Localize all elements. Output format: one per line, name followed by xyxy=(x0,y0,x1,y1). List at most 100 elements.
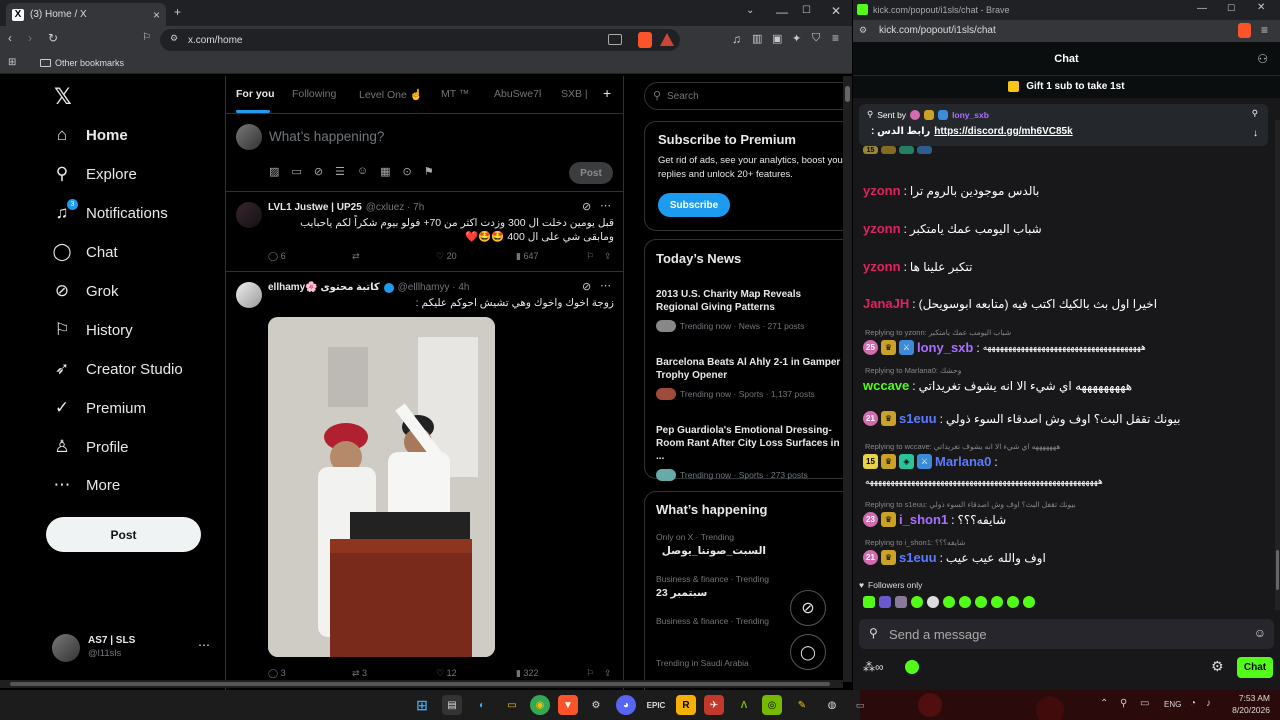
brave-shields-icon[interactable] xyxy=(638,32,652,48)
leo-ai-icon[interactable]: ✦ xyxy=(792,32,801,45)
discord-icon[interactable]: ◕ xyxy=(616,695,636,715)
reply-context[interactable]: Replying to s1euu: بيونك تقفل البث؟ اوف … xyxy=(865,500,1076,509)
nav-premium[interactable]: ✓ Premium xyxy=(52,393,146,423)
close-window-icon[interactable]: ✕ xyxy=(831,4,841,18)
bookmark-icon[interactable]: ⚐ xyxy=(586,251,604,262)
nav-notifications[interactable]: ♫ 3 Notifications xyxy=(52,198,168,228)
flag-icon[interactable]: ⚑ xyxy=(424,165,434,178)
app-icon[interactable]: ✈ xyxy=(704,695,724,715)
nav-explore[interactable]: ⚲ Explore xyxy=(52,159,137,189)
tab-search-icon[interactable]: ⌄ xyxy=(746,5,754,16)
tab-abuswe7l[interactable]: AbuSwe7l xyxy=(494,88,541,100)
reply-button[interactable]: ◯ 3 xyxy=(268,668,352,679)
emote-icon[interactable] xyxy=(975,596,987,608)
settings-icon[interactable]: ⚙ xyxy=(1211,658,1224,675)
reload-icon[interactable]: ↻ xyxy=(48,31,58,45)
reply-context[interactable]: Replying to wccave: هههههههه اي شيء الا … xyxy=(865,442,1060,451)
reply-context[interactable]: Replying to i_shon1: شايفه؟؟؟ xyxy=(865,538,965,547)
tray-app-icon[interactable]: ▭ xyxy=(850,695,870,715)
x-logo-icon[interactable]: 𝕏 xyxy=(54,84,72,110)
pin-toggle-icon[interactable]: ⚲ xyxy=(1252,108,1258,119)
points-icon[interactable]: ⁂∞ xyxy=(863,660,884,674)
emote-icon[interactable] xyxy=(943,596,955,608)
tweet[interactable]: LVL1 Justwe | UP25 @cxluez · 7h ⊘ ⋯ قبل … xyxy=(226,192,623,272)
poll-icon[interactable]: ☰ xyxy=(335,165,345,178)
site-info-icon[interactable]: ⚙ xyxy=(170,33,178,44)
emote-icon[interactable] xyxy=(991,596,1003,608)
chat-settings-icon[interactable]: ⚲ xyxy=(869,626,878,640)
edge-icon[interactable]: ◐ xyxy=(472,695,492,715)
chat-username[interactable]: s1euu xyxy=(899,411,937,426)
tweet-author[interactable]: ellhamy🌸 كاتبة محتوى xyxy=(268,282,380,293)
minimize-icon[interactable]: — xyxy=(776,5,788,19)
pinned-user[interactable]: lony_sxb xyxy=(952,110,989,120)
start-icon[interactable]: ⊞ xyxy=(412,695,432,715)
grok-icon[interactable]: ⊘ xyxy=(314,165,323,178)
nav-more[interactable]: ⋯ More xyxy=(52,470,121,500)
brave-rewards-icon[interactable] xyxy=(660,33,674,46)
close-window-icon[interactable]: ✕ xyxy=(1257,2,1265,13)
reply-context[interactable]: Replying to yzonn: شباب اليومب عمك يامتك… xyxy=(865,328,1011,337)
tab-mt[interactable]: MT ™ xyxy=(441,88,469,100)
share-icon[interactable]: ⇪ xyxy=(604,668,612,679)
pinned-message[interactable]: ⚲ Sent by lony_sxb رابط الدس : https://d… xyxy=(859,104,1268,146)
apps-icon[interactable]: ⊞ xyxy=(8,57,16,68)
nav-home[interactable]: ⌂ Home xyxy=(52,120,128,150)
obs-icon[interactable]: ◍ xyxy=(822,695,842,715)
chat-username[interactable]: lony_sxb xyxy=(917,340,973,355)
news-item[interactable]: 2013 U.S. Charity Map Reveals Regional G… xyxy=(656,288,846,332)
pen-icon[interactable]: ✎ xyxy=(792,695,812,715)
send-chat-button[interactable]: Chat xyxy=(1237,657,1273,678)
tray-chevron-icon[interactable]: ⌃ xyxy=(1100,698,1108,709)
share-icon[interactable]: ⇪ xyxy=(604,251,612,262)
task-view-icon[interactable]: ▤ xyxy=(442,695,462,715)
browser-tab[interactable]: X (3) Home / X × xyxy=(6,3,166,26)
tab-level-one[interactable]: Level One ☝️ xyxy=(359,88,423,101)
sidebar-icon[interactable]: ▥ xyxy=(752,32,762,45)
clock[interactable]: 7:53 AM 8/20/2026 xyxy=(1228,693,1270,715)
epic-games-icon[interactable]: EPIC xyxy=(646,695,666,715)
bookmark-icon[interactable]: ⚐ xyxy=(586,668,604,679)
nav-creator-studio[interactable]: ➶ Creator Studio xyxy=(52,354,183,384)
menu-icon[interactable]: ≡ xyxy=(832,31,839,45)
pinned-link[interactable]: https://discord.gg/mh6VC85k xyxy=(934,126,1072,137)
views-button[interactable]: ▮ 322 xyxy=(516,668,586,679)
tweet-image[interactable] xyxy=(268,317,495,657)
language-indicator[interactable]: ENG xyxy=(1164,700,1181,709)
expand-icon[interactable]: ↓ xyxy=(1253,128,1258,139)
users-icon[interactable]: ⚇ xyxy=(1257,42,1268,76)
chat-username[interactable]: JanaJH xyxy=(863,296,909,311)
nav-history[interactable]: ⚐ History xyxy=(52,315,132,345)
grok-float-button[interactable]: ⊘ xyxy=(790,590,826,626)
other-bookmarks[interactable]: Other bookmarks xyxy=(40,58,124,68)
trend-item[interactable]: Only on X · Trending السبت_صوتنا_يوصل xyxy=(656,532,846,557)
chat-username[interactable]: i_shon1 xyxy=(899,512,948,527)
emote-icon[interactable] xyxy=(927,596,939,608)
nav-profile[interactable]: ♙ Profile xyxy=(52,432,128,462)
location-icon[interactable]: ⊙ xyxy=(403,165,412,178)
grok-icon[interactable]: ⊘ xyxy=(582,200,591,213)
chrome-icon[interactable]: ◉ xyxy=(530,695,550,715)
emote-icon[interactable] xyxy=(1007,596,1019,608)
tweet[interactable]: ellhamy🌸 كاتبة محتوى @elllhamyy · 4h ⊘ ⋯… xyxy=(226,272,623,690)
tab-for-you[interactable]: For you xyxy=(236,88,275,100)
account-switcher[interactable]: AS7 | SLS @l11sls ⋯ xyxy=(52,632,220,662)
mic-icon[interactable]: ⚲ xyxy=(1120,698,1127,709)
search-input[interactable]: ⚲ Search xyxy=(644,82,852,110)
url-text[interactable]: kick.com/popout/i1sls/chat xyxy=(879,25,996,36)
compose-input[interactable]: What’s happening? xyxy=(269,129,384,144)
post-button[interactable]: Post xyxy=(46,517,201,552)
gif-icon[interactable]: ▭ xyxy=(291,165,301,178)
repost-button[interactable]: ⇄ xyxy=(352,251,436,262)
steam-icon[interactable]: ⚙ xyxy=(586,695,606,715)
chat-username[interactable]: yzonn xyxy=(863,259,901,274)
chat-username[interactable]: s1euu xyxy=(899,550,937,565)
emote-icon[interactable] xyxy=(863,596,875,608)
close-tab-icon[interactable]: × xyxy=(153,8,160,22)
more-dots-icon[interactable]: ⋯ xyxy=(600,279,611,292)
menu-icon[interactable]: ≡ xyxy=(1261,23,1268,37)
wallet-icon[interactable]: ▣ xyxy=(772,32,782,45)
url-field[interactable]: ⚙ x.com/home xyxy=(160,29,680,51)
emote-icon[interactable] xyxy=(1023,596,1035,608)
chat-username[interactable]: yzonn xyxy=(863,221,901,236)
